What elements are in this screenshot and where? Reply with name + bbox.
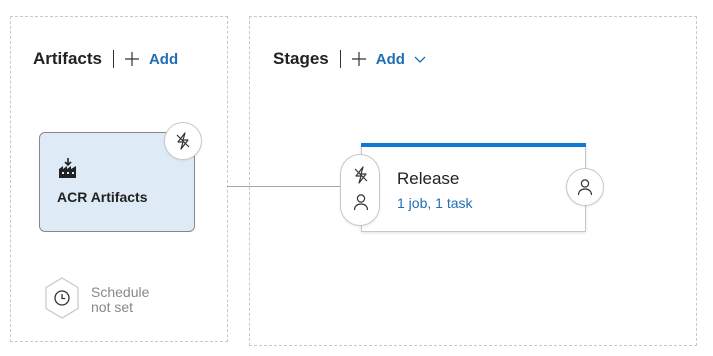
plus-icon (351, 52, 366, 66)
stage-name: Release (397, 169, 460, 188)
add-stage-button[interactable]: Add (351, 51, 426, 68)
stage-card-release[interactable]: Release 1 job, 1 task (361, 143, 586, 232)
chevron-down-icon[interactable] (414, 53, 426, 65)
artifacts-title: Artifacts (33, 49, 102, 68)
add-artifact-label: Add (148, 50, 179, 68)
person-icon (577, 179, 593, 196)
plus-icon (124, 52, 139, 66)
add-artifact-button[interactable]: Add (124, 51, 178, 68)
stages-title: Stages (273, 49, 329, 68)
header-separator (112, 50, 114, 68)
schedule-clock-icon[interactable] (44, 277, 80, 319)
artifact-build-icon (59, 158, 76, 178)
artifact-name: ACR Artifacts (57, 189, 148, 205)
schedule-status: Schedule not set (91, 285, 149, 315)
stage-status-bar (361, 143, 586, 147)
post-deployment-conditions-button[interactable] (566, 168, 604, 206)
schedule-line1: Schedule (91, 284, 150, 300)
stages-header: Stages Add (273, 47, 426, 71)
lightning-icon (176, 132, 190, 150)
artifacts-header: Artifacts Add (33, 47, 178, 71)
add-stage-label: Add (375, 50, 405, 68)
pre-deployment-conditions (340, 154, 380, 226)
continuous-deployment-trigger-button[interactable] (164, 122, 202, 160)
stage-tasks-link[interactable]: 1 job, 1 task (397, 195, 473, 211)
schedule-line2: not set (91, 299, 134, 315)
person-icon[interactable] (352, 193, 370, 211)
lightning-icon[interactable] (352, 166, 370, 184)
header-separator (339, 50, 341, 68)
